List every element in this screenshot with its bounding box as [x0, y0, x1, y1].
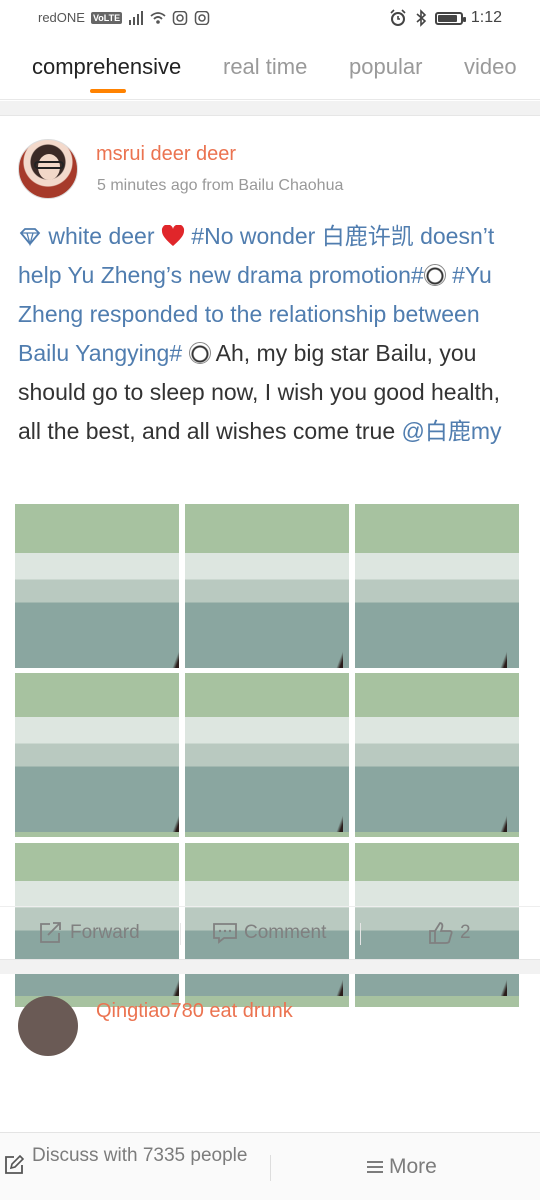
tab-comprehensive[interactable]: comprehensive	[32, 54, 181, 80]
signal-icon	[129, 10, 144, 25]
feed-tabs: comprehensive real time popular video	[0, 40, 540, 100]
menu-icon	[367, 1161, 383, 1173]
post-username[interactable]: msrui deer deer	[96, 143, 236, 166]
forward-label: Forward	[70, 922, 140, 943]
tab-real-time[interactable]: real time	[223, 54, 307, 80]
comment-label: Comment	[244, 922, 327, 943]
photo-4[interactable]	[15, 673, 179, 837]
battery-level	[437, 14, 457, 22]
status-bar: redONE VoLTE 1:12	[0, 0, 540, 36]
diamond-icon	[19, 228, 41, 247]
post-action-bar: Forward Comment 2	[0, 906, 540, 958]
forward-button[interactable]: Forward	[38, 921, 140, 945]
next-post-username[interactable]: Qingtiao780 eat drunk	[96, 1000, 293, 1023]
tab-popular[interactable]: popular	[349, 54, 422, 80]
volte-badge: VoLTE	[90, 11, 123, 24]
active-tab-indicator	[90, 89, 126, 93]
comment-icon	[213, 923, 237, 944]
bluetooth-icon	[416, 9, 427, 27]
photo-5[interactable]	[185, 673, 349, 837]
panda-emoji-icon	[423, 264, 446, 286]
super-topic-link[interactable]: white deer	[48, 223, 154, 249]
section-separator	[0, 101, 540, 116]
like-count: 2	[460, 922, 471, 943]
heart-icon	[161, 225, 184, 246]
avatar[interactable]	[18, 139, 78, 199]
tab-video[interactable]: video	[464, 54, 517, 80]
wifi-icon	[150, 11, 166, 24]
comment-button[interactable]: Comment	[212, 921, 326, 945]
photo-6[interactable]	[355, 673, 519, 837]
photo-3[interactable]	[355, 504, 519, 668]
thumbs-up-icon	[429, 922, 453, 944]
edit-icon[interactable]	[4, 1155, 24, 1175]
clock: 1:12	[470, 9, 502, 26]
action-divider	[180, 923, 181, 945]
panda-emoji-icon-2	[188, 342, 211, 364]
more-button[interactable]: More	[367, 1155, 437, 1179]
instagram-icon	[172, 10, 188, 25]
bottom-divider	[270, 1155, 271, 1181]
avatar-glasses	[34, 161, 64, 169]
mention-link[interactable]: @白鹿my	[402, 418, 502, 444]
more-label: More	[389, 1155, 437, 1178]
post-meta: 5 minutes ago from Bailu Chaohua	[97, 177, 344, 194]
section-separator-2	[0, 959, 540, 974]
battery-icon	[434, 11, 466, 25]
action-divider-2	[360, 923, 361, 945]
bottom-bar: Discuss with 7335 people More	[0, 1132, 540, 1200]
discuss-button[interactable]: Discuss with 7335 people	[32, 1121, 252, 1191]
alarm-icon	[390, 9, 406, 26]
photo-1[interactable]	[15, 504, 179, 668]
status-right: 1:12	[389, 9, 502, 27]
carrier-label: redONE	[38, 10, 85, 25]
forward-icon	[40, 922, 61, 943]
post-text: white deer #No wonder 白鹿许凯 doesn’t help …	[18, 217, 528, 451]
next-avatar[interactable]	[18, 996, 78, 1056]
status-left: redONE VoLTE	[38, 10, 210, 25]
photo-2[interactable]	[185, 504, 349, 668]
instagram-icon-2	[194, 10, 210, 25]
like-button[interactable]: 2	[428, 921, 471, 945]
